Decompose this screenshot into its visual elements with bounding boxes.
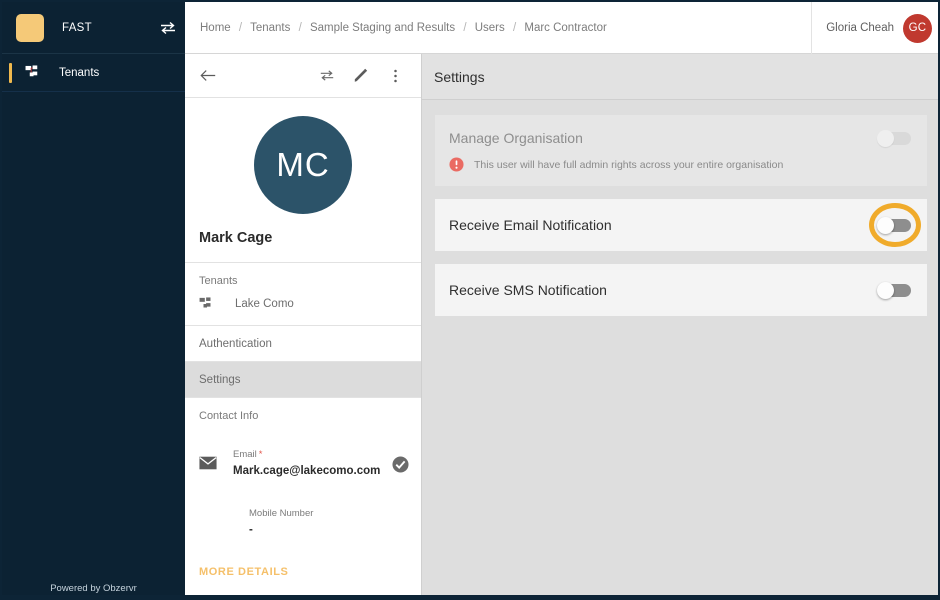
breadcrumb-item-tenants[interactable]: Tenants <box>250 22 290 34</box>
sidebar-item-tenants[interactable]: Tenants <box>2 54 185 92</box>
breadcrumb-separator: / <box>512 21 517 34</box>
app-window: FAST Tenants Powered by Obzervr Home / T… <box>0 0 940 600</box>
setting-row-main: Receive Email Notification <box>435 199 927 251</box>
avatar[interactable]: GC <box>903 13 932 43</box>
profile-avatar: MC <box>254 116 352 214</box>
toggle-knob <box>877 281 894 299</box>
setting-row-receive-email-notification: Receive Email Notification <box>435 199 927 251</box>
toggle-receive-email-notification[interactable] <box>877 216 911 234</box>
sidebar-brand[interactable]: FAST <box>2 2 185 54</box>
mobile-field-label: Mobile Number <box>249 508 314 519</box>
settings-panel-title: Settings <box>434 68 485 85</box>
contact-info-section: Contact Info Email * Mark.cage@lakecomo.c… <box>185 398 421 578</box>
breadcrumb-separator: / <box>463 21 467 34</box>
user-name: Gloria Cheah <box>826 22 894 34</box>
email-field-label: Email * <box>233 449 263 460</box>
pencil-icon[interactable] <box>349 64 373 88</box>
setting-label: Manage Organisation <box>449 130 583 146</box>
toggle-knob <box>877 129 894 147</box>
alert-circle-icon <box>449 157 464 172</box>
sidebar-item-label: Tenants <box>59 66 100 79</box>
breadcrumb-item-home[interactable]: Home <box>200 22 231 34</box>
setting-row-main: Receive SMS Notification <box>435 264 927 316</box>
list-item-label: Lake Como <box>235 298 294 310</box>
more-details-button[interactable]: MORE DETAILS <box>185 536 421 578</box>
profile-header: MC Mark Cage <box>185 98 421 263</box>
swap-arrows-icon[interactable] <box>159 21 175 35</box>
list-item[interactable]: Lake Como <box>185 293 421 325</box>
breadcrumb-separator: / <box>238 21 243 34</box>
sitemap-icon <box>199 297 215 311</box>
breadcrumb-item-sample-staging[interactable]: Sample Staging and Results <box>310 22 455 34</box>
sitemap-icon <box>25 65 42 80</box>
fast-logo-icon <box>16 13 44 42</box>
detail-nav-label: Authentication <box>199 337 272 350</box>
sidebar-footer: Powered by Obzervr <box>50 583 137 594</box>
required-marker: * <box>258 449 263 460</box>
email-field-value: Mark.cage@lakecomo.com <box>233 465 381 477</box>
setting-row-manage-organisation: Manage Organisation This user will have … <box>435 115 927 186</box>
swap-arrows-icon[interactable] <box>315 64 339 88</box>
page-title: Mark Cage <box>199 230 273 246</box>
user-menu[interactable]: Gloria Cheah GC <box>811 2 932 54</box>
detail-nav-authentication[interactable]: Authentication <box>185 326 421 362</box>
more-vertical-icon[interactable] <box>383 64 407 88</box>
detail-toolbar <box>185 54 421 98</box>
setting-label: Receive Email Notification <box>449 217 612 233</box>
brand-name: FAST <box>62 21 92 34</box>
toggle-knob <box>877 216 894 234</box>
breadcrumb: Home / Tenants / Sample Staging and Resu… <box>200 22 607 34</box>
breadcrumb-separator: / <box>298 21 302 34</box>
envelope-icon <box>199 456 217 470</box>
email-field-row[interactable]: Email * Mark.cage@lakecomo.com <box>185 422 421 477</box>
detail-nav-settings[interactable]: Settings <box>185 362 421 398</box>
contact-info-title: Contact Info <box>199 410 259 422</box>
breadcrumb-item-users[interactable]: Users <box>475 22 505 34</box>
setting-warning-text: This user will have full admin rights ac… <box>474 158 784 171</box>
email-field-body: Email * Mark.cage@lakecomo.com <box>233 444 392 477</box>
toggle-manage-organisation[interactable] <box>877 129 911 147</box>
breadcrumb-item-current[interactable]: Marc Contractor <box>524 22 606 34</box>
tenants-section-title: Tenants <box>199 275 238 287</box>
detail-nav-label: Settings <box>199 373 241 386</box>
setting-warning: This user will have full admin rights ac… <box>435 157 927 186</box>
detail-column: MC Mark Cage Tenants Lake Como Authentic… <box>185 54 422 595</box>
settings-panel-header: Settings <box>422 54 938 100</box>
setting-row-main: Manage Organisation <box>435 115 927 161</box>
toggle-receive-sms-notification[interactable] <box>877 281 911 299</box>
settings-panel: Settings Manage Organisation This user w… <box>422 54 938 595</box>
check-circle-icon <box>392 456 409 473</box>
tenants-section: Tenants Lake Como <box>185 263 421 326</box>
arrow-left-icon[interactable] <box>197 65 219 87</box>
mobile-field-value: - <box>249 524 253 536</box>
mobile-field-body: Mobile Number - <box>249 503 409 536</box>
setting-row-receive-sms-notification: Receive SMS Notification <box>435 264 927 316</box>
setting-label: Receive SMS Notification <box>449 282 607 298</box>
mobile-field-row[interactable]: Mobile Number - <box>185 477 421 536</box>
top-bar: Home / Tenants / Sample Staging and Resu… <box>185 2 938 54</box>
left-sidebar: FAST Tenants Powered by Obzervr <box>2 2 185 595</box>
